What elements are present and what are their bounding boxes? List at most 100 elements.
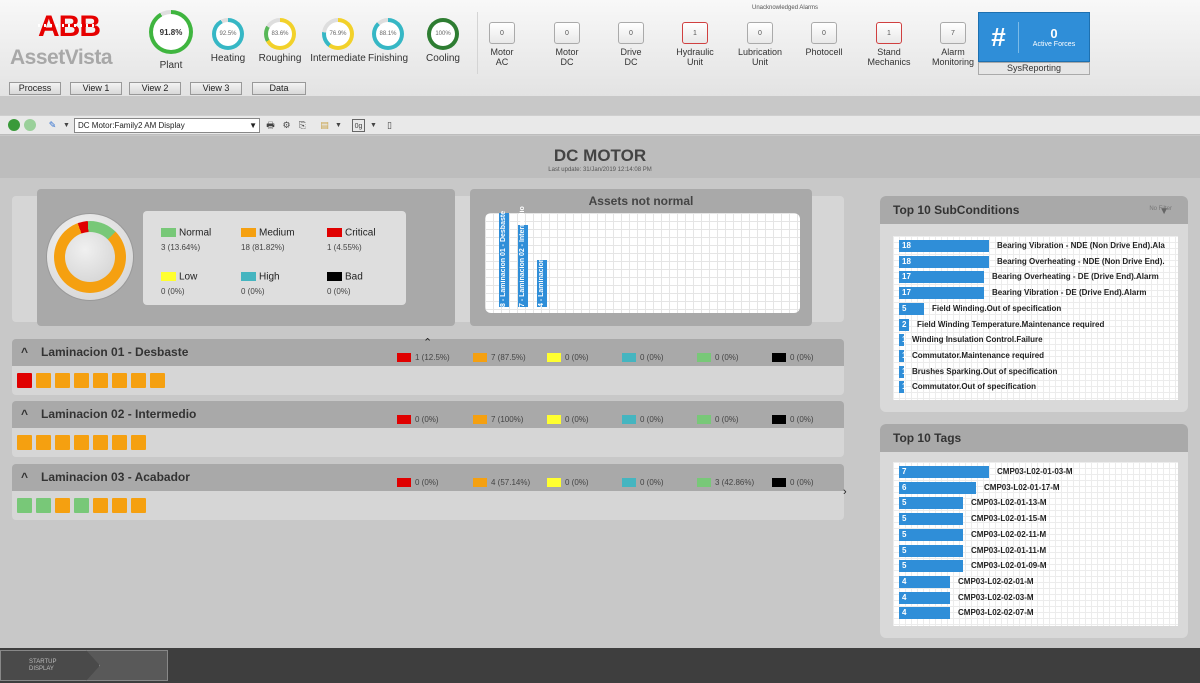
asset-status-tile[interactable]	[93, 373, 108, 388]
collapse-up-icon[interactable]: ⌃	[423, 336, 432, 349]
status-count: 0 (0%)	[565, 415, 589, 425]
asset-status-tile[interactable]	[93, 435, 108, 450]
legend-item-high: High 0 (0%)	[241, 268, 321, 296]
ranking-label: CMP03-L02-01-17-M	[984, 482, 1060, 492]
gauge-value: 100%	[431, 22, 455, 46]
ranking-label: CMP03-L02-01-13-M	[971, 498, 1047, 508]
zoom-dropdown-icon[interactable]: ▼	[367, 119, 380, 132]
sysreporting-widget[interactable]: # 0 Active Forces SysReporting	[978, 12, 1090, 76]
gauge-plant[interactable]: 91.8% Plant	[143, 10, 199, 71]
collapse-chevron-icon[interactable]: ^	[21, 470, 28, 484]
collapse-chevron-icon[interactable]: ^	[21, 345, 28, 359]
tab-view-1[interactable]: View 1	[70, 82, 122, 95]
active-forces-label: Active Forces	[1032, 41, 1076, 48]
gauge-heating[interactable]: 92.5% Heating	[206, 18, 250, 64]
alarm-label-line1: Photocell	[805, 47, 843, 57]
tab-view-3[interactable]: View 3	[190, 82, 242, 95]
tab-view-2[interactable]: View 2	[129, 82, 181, 95]
asset-status-tile[interactable]	[36, 498, 51, 513]
asset-status-tile[interactable]	[55, 373, 70, 388]
copy-icon[interactable]: ⎘	[296, 119, 309, 132]
collapse-chevron-icon[interactable]: ^	[21, 407, 28, 421]
ranking-count: 18	[902, 256, 911, 266]
asset-status-tile[interactable]	[74, 498, 89, 513]
alarm-tile-stand-mechanics[interactable]: 1 Stand Mechanics	[854, 22, 924, 67]
status-donut-chart	[47, 214, 133, 300]
display-selector[interactable]: DC Motor:Family2 AM Display ▼	[74, 118, 260, 133]
asset-status-tile[interactable]	[112, 498, 127, 513]
abb-logo: ABB AssetVista	[10, 10, 140, 70]
gauge-label: Finishing	[367, 53, 409, 64]
asset-status-tile[interactable]	[36, 373, 51, 388]
section-name: Laminacion 03 - Acabador	[41, 470, 190, 484]
asset-status-tile[interactable]	[74, 373, 89, 388]
document-icon[interactable]: ▯	[383, 119, 396, 132]
ranking-bar	[899, 240, 989, 252]
alarm-tile-drive-dc[interactable]: 0 Drive DC	[596, 22, 666, 67]
asset-bar[interactable]: 4 - Laminacion 03 - Acabador	[537, 260, 547, 307]
alarm-label-line1: Motor	[490, 47, 514, 57]
legend-name: Low	[179, 271, 198, 283]
ranking-bar	[899, 271, 984, 284]
gauge-intermediate[interactable]: 76.9% Intermediate	[308, 18, 368, 64]
alarm-tile-motor-dc[interactable]: 0 Motor DC	[532, 22, 602, 67]
ranking-label: Commutator.Out of specification	[912, 382, 1037, 392]
section-header[interactable]: ^ Laminacion 02 - Intermedio 0 (0%) 7 (100%…	[12, 401, 844, 428]
asset-status-tile[interactable]	[17, 435, 32, 450]
sysreporting-label[interactable]: SysReporting	[978, 62, 1090, 75]
chevron-right-icon[interactable]: ›	[843, 486, 847, 498]
active-forces-panel[interactable]: # 0 Active Forces	[978, 12, 1090, 62]
product-name: AssetVista	[10, 46, 113, 69]
gauge-cooling[interactable]: 100% Cooling	[421, 18, 465, 64]
ranking-label: CMP03-L02-01-09-M	[971, 561, 1047, 571]
asset-status-tile[interactable]	[150, 373, 165, 388]
settings-icon[interactable]: ⚙	[280, 119, 293, 132]
folder-icon[interactable]: ▤	[318, 119, 331, 132]
asset-status-tile[interactable]	[17, 373, 32, 388]
print-icon[interactable]: 🖶	[264, 119, 277, 132]
asset-status-tile[interactable]	[93, 498, 108, 513]
asset-status-tile[interactable]	[131, 435, 146, 450]
status-count: 4 (57.14%)	[491, 478, 531, 488]
footer-bar: STARTUP DISPLAY	[0, 648, 1200, 683]
asset-status-tile[interactable]	[74, 435, 89, 450]
ranking-count: 1	[902, 350, 907, 360]
asset-status-tile[interactable]	[17, 498, 32, 513]
section-name: Laminacion 02 - Intermedio	[41, 407, 197, 421]
asset-status-tile[interactable]	[131, 498, 146, 513]
status-count: 0 (0%)	[415, 478, 439, 488]
asset-bar[interactable]: 7 - Laminacion 02 - Intermedio	[518, 206, 528, 307]
gauge-roughing[interactable]: 83.6% Roughing	[258, 18, 302, 64]
alarm-count: 1	[876, 22, 902, 44]
back-icon[interactable]	[8, 119, 20, 131]
filter-button[interactable]: No Filter ▼	[1149, 206, 1172, 217]
pen-icon[interactable]: ✎	[46, 119, 59, 132]
legend-swatch	[327, 272, 342, 282]
asset-status-tile[interactable]	[55, 498, 70, 513]
asset-status-tile[interactable]	[36, 435, 51, 450]
status-count: 0 (0%)	[790, 353, 814, 363]
asset-status-tile[interactable]	[131, 373, 146, 388]
zoom-icon[interactable]: 0g	[352, 119, 365, 132]
ranking-label: CMP03-L02-02-11-M	[971, 529, 1047, 539]
alarm-tile-hydraulic-unit[interactable]: 1 Hydraulic Unit	[660, 22, 730, 67]
legend-value: 18 (81.82%)	[241, 243, 285, 252]
asset-status-tile[interactable]	[112, 435, 127, 450]
startup-display-button[interactable]: STARTUP DISPLAY	[0, 650, 100, 681]
tab-data[interactable]: Data	[252, 82, 306, 95]
alarm-tile-photocell[interactable]: 0 Photocell	[789, 22, 859, 57]
gauge-finishing[interactable]: 88.1% Finishing	[366, 18, 410, 64]
forward-icon[interactable]	[24, 119, 36, 131]
tab-process[interactable]: Process	[9, 82, 61, 95]
status-swatch	[397, 478, 411, 488]
asset-status-tile[interactable]	[112, 373, 127, 388]
alarm-count: 1	[682, 22, 708, 44]
alarm-tile-lubrication-unit[interactable]: 0 Lubrication Unit	[725, 22, 795, 67]
asset-bar[interactable]: 8 - Laminacion 01 - Desbaste	[499, 211, 509, 307]
alarm-label: Lubrication Unit	[725, 47, 795, 67]
alarm-tile-motor-ac[interactable]: 0 Motor AC	[467, 22, 537, 67]
asset-status-tile[interactable]	[55, 435, 70, 450]
section-header[interactable]: ^ Laminacion 03 - Acabador 0 (0%) 4 (57.14%…	[12, 464, 844, 491]
folder-dropdown-icon[interactable]: ▼	[332, 119, 345, 132]
pen-dropdown-icon[interactable]: ▼	[60, 119, 73, 132]
